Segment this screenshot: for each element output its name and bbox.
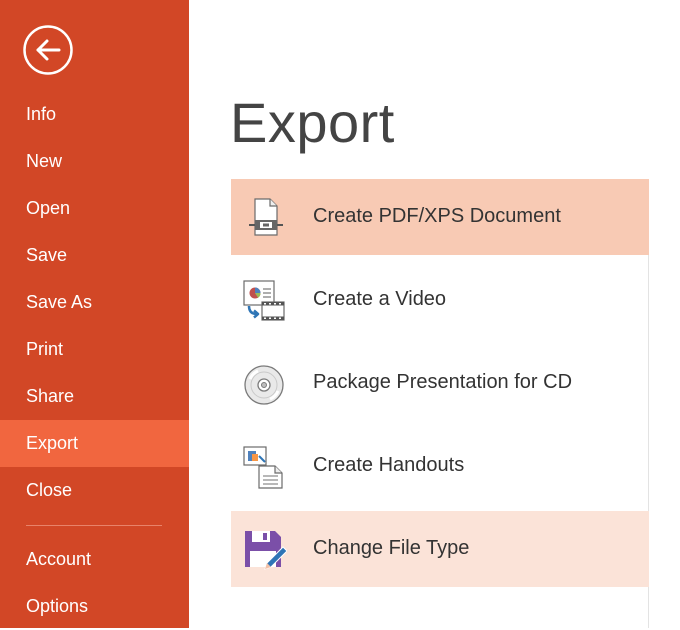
nav-save[interactable]: Save xyxy=(0,232,189,279)
export-options-list: Create PDF/XPS Document Create a Video P… xyxy=(231,179,649,628)
video-icon xyxy=(241,278,287,324)
nav-new[interactable]: New xyxy=(0,138,189,185)
option-label: Create a Video xyxy=(313,288,447,310)
option-change-file-type[interactable]: Change File Type xyxy=(231,511,649,587)
nav-save-as[interactable]: Save As xyxy=(0,279,189,326)
option-label: Package Presentation for CD xyxy=(313,371,573,393)
option-package-for-cd[interactable]: Package Presentation for CD xyxy=(231,345,649,421)
nav-options[interactable]: Options xyxy=(0,583,189,630)
option-label: Create PDF/XPS Document xyxy=(313,205,561,227)
option-create-video[interactable]: Create a Video xyxy=(231,262,649,338)
option-create-pdf-xps[interactable]: Create PDF/XPS Document xyxy=(231,179,649,255)
handouts-icon xyxy=(241,444,287,490)
back-arrow-icon xyxy=(23,25,73,75)
back-button[interactable] xyxy=(22,24,74,76)
nav-info[interactable]: Info xyxy=(0,91,189,138)
nav-export[interactable]: Export xyxy=(0,420,189,467)
option-create-handouts[interactable]: Create Handouts xyxy=(231,428,649,504)
page-title: Export xyxy=(230,91,395,154)
nav-close[interactable]: Close xyxy=(0,467,189,514)
backstage-sidebar: Info New Open Save Save As Print Share E… xyxy=(0,0,189,628)
nav-divider xyxy=(26,525,162,526)
nav-open[interactable]: Open xyxy=(0,185,189,232)
option-label: Create Handouts xyxy=(313,454,465,476)
cd-icon xyxy=(241,361,287,407)
nav-share[interactable]: Share xyxy=(0,373,189,420)
save-file-type-icon xyxy=(241,527,288,573)
nav-print[interactable]: Print xyxy=(0,326,189,373)
pdf-document-icon xyxy=(241,195,287,241)
option-label: Change File Type xyxy=(313,537,470,559)
nav-account[interactable]: Account xyxy=(0,536,189,583)
